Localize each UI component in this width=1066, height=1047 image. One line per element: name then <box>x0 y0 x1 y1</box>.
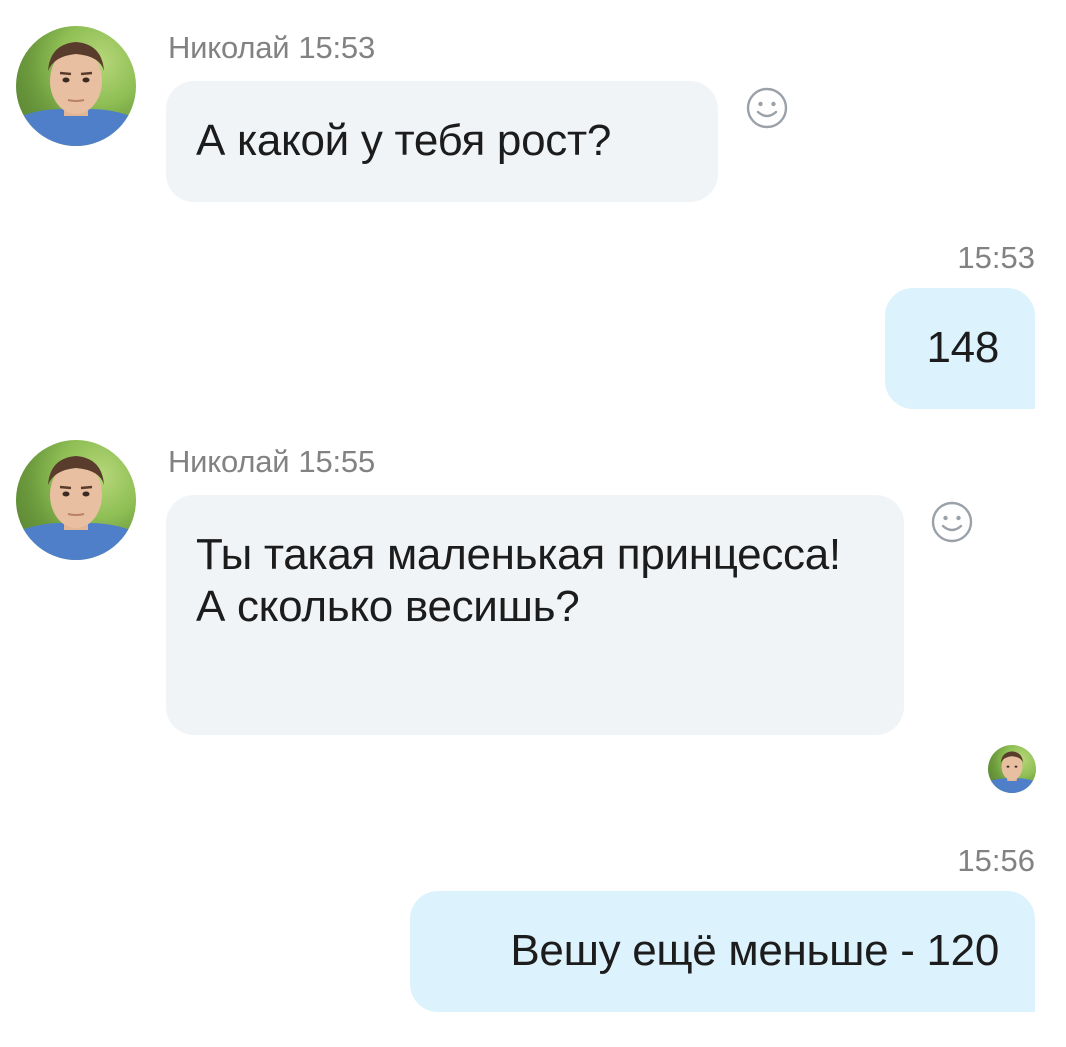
avatar-photo <box>16 456 136 560</box>
message-time: 15:53 <box>957 240 1035 275</box>
message-time: 15:56 <box>957 843 1035 878</box>
smiley-face-icon[interactable] <box>745 86 789 130</box>
sender-avatar[interactable] <box>16 440 136 560</box>
message-time: 15:53 <box>298 30 375 65</box>
avatar-photo <box>988 751 1036 793</box>
message-meta: Николай 15:55 <box>168 444 375 480</box>
sender-name[interactable]: Николай <box>168 30 290 65</box>
message-text: А какой у тебя рост? <box>196 116 611 165</box>
message-text: 148 <box>926 323 999 372</box>
message-bubble-outgoing[interactable]: 148 <box>885 288 1035 409</box>
message-text: Ты такая маленькая принцесса! А сколько … <box>196 530 841 631</box>
sender-name[interactable]: Николай <box>168 444 290 479</box>
message-meta: Николай 15:53 <box>168 30 375 66</box>
message-bubble-outgoing[interactable]: Вешу ещё меньше - 120 <box>410 891 1035 1012</box>
message-bubble-incoming[interactable]: А какой у тебя рост? <box>166 81 718 202</box>
avatar-photo <box>16 42 136 146</box>
message-bubble-incoming[interactable]: Ты такая маленькая принцесса! А сколько … <box>166 495 904 735</box>
read-receipt-avatar <box>988 745 1036 793</box>
message-text: Вешу ещё меньше - 120 <box>510 926 999 975</box>
sender-avatar[interactable] <box>16 26 136 146</box>
message-time: 15:55 <box>298 444 375 479</box>
smiley-face-icon[interactable] <box>930 500 974 544</box>
